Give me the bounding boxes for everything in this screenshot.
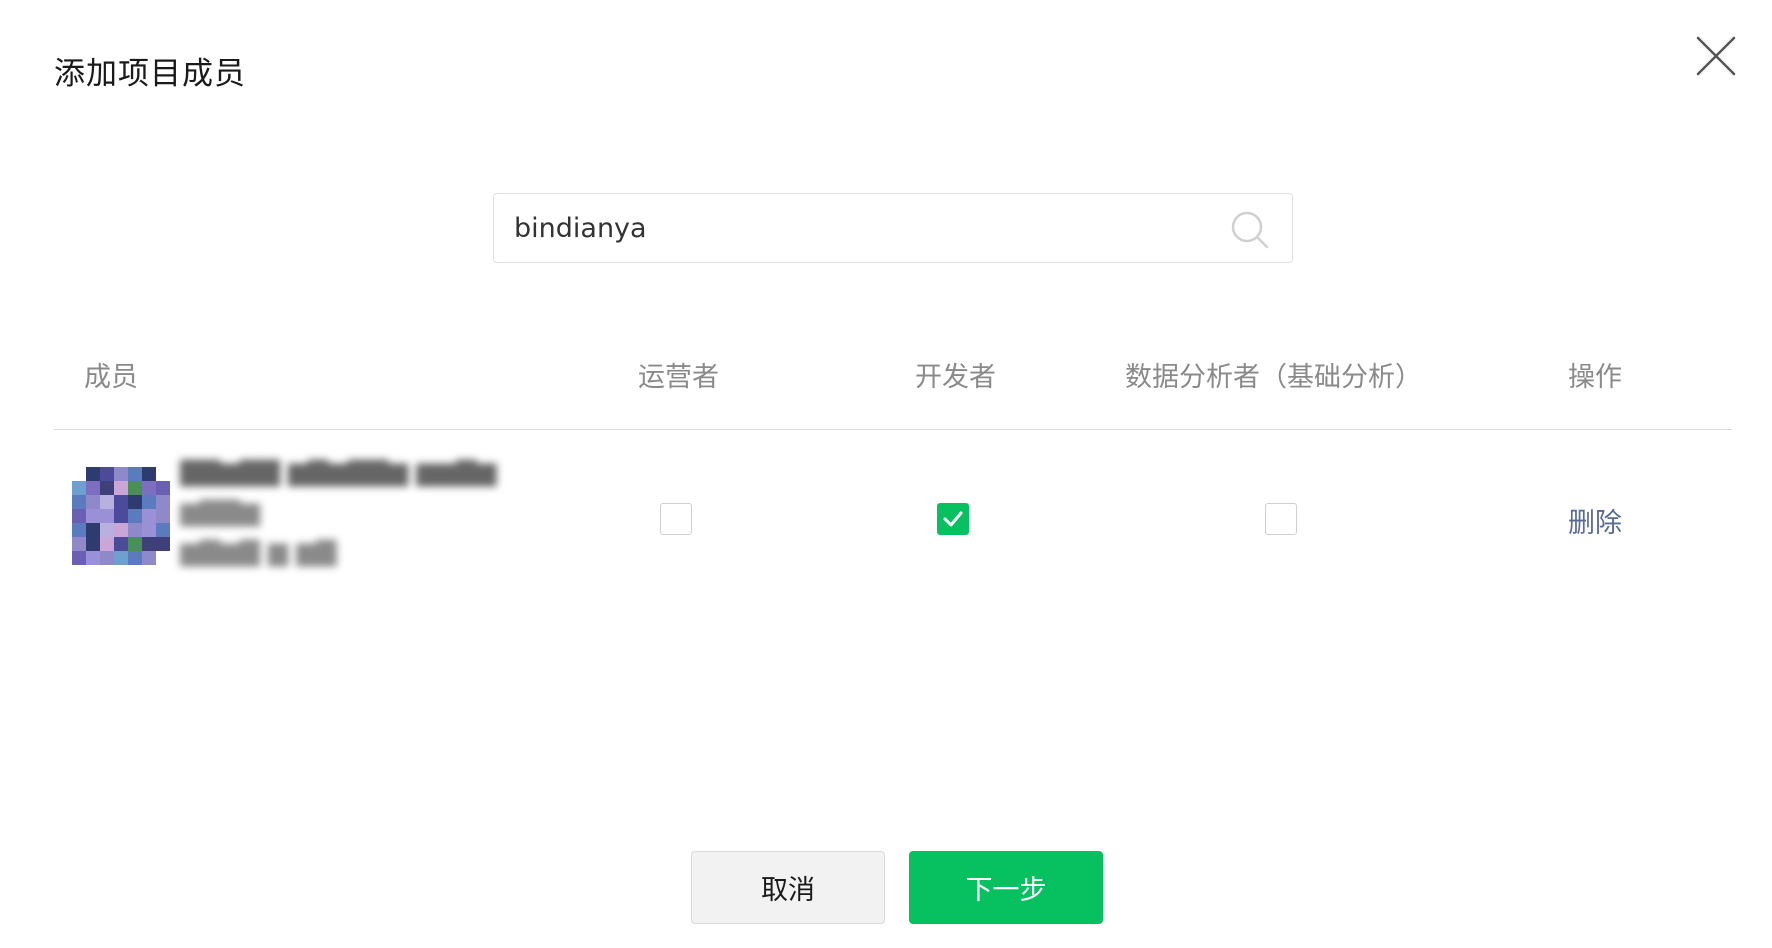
avatar-pixel	[128, 495, 142, 509]
member-role-redacted: ▆▇▇▆	[180, 497, 260, 527]
avatar-pixel	[156, 467, 170, 481]
check-icon	[943, 511, 963, 527]
avatar-pixel	[128, 551, 142, 565]
avatar-pixel	[114, 537, 128, 551]
delete-link[interactable]: 删除	[1568, 501, 1622, 540]
avatar-pixel	[72, 481, 86, 495]
avatar-pixel	[86, 551, 100, 565]
avatar-pixel	[100, 481, 114, 495]
header-developer: 开发者	[915, 362, 996, 393]
close-button[interactable]	[1692, 32, 1740, 80]
add-member-dialog: 添加项目成员 成员 运营者 开发者 数据分析者（基础分析） 操作 ▇▇▆▇▇ ▆…	[0, 0, 1772, 948]
avatar-pixel	[100, 523, 114, 537]
avatar-pixel	[72, 551, 86, 565]
avatar-pixel	[156, 495, 170, 509]
avatar-pixel	[142, 495, 156, 509]
avatar-pixel	[128, 523, 142, 537]
avatar-pixel	[72, 523, 86, 537]
avatar-pixel	[86, 523, 100, 537]
avatar-pixel	[100, 509, 114, 523]
avatar-pixel	[114, 509, 128, 523]
avatar-pixel	[128, 481, 142, 495]
avatar-pixel	[156, 523, 170, 537]
header-member: 成员	[84, 362, 138, 393]
search-input[interactable]	[514, 194, 1214, 262]
avatar-pixel	[100, 551, 114, 565]
avatar-pixel	[100, 495, 114, 509]
developer-checkbox[interactable]	[937, 503, 969, 535]
table-row: ▇▇▆▇▇ ▆▇▆▇▇▆ ▆▆▇▆ ▆▇▇▆ ▆▇▆▇ ▆ ▆▇ 删除	[54, 455, 1732, 585]
avatar-pixel	[72, 509, 86, 523]
avatar-pixel	[156, 481, 170, 495]
header-analyst: 数据分析者（基础分析）	[1125, 362, 1422, 393]
avatar-pixel	[86, 467, 100, 481]
avatar-pixel	[142, 523, 156, 537]
table-header: 成员 运营者 开发者 数据分析者（基础分析） 操作	[54, 335, 1732, 430]
avatar-pixel	[86, 481, 100, 495]
avatar-pixel	[142, 551, 156, 565]
next-button[interactable]: 下一步	[909, 851, 1103, 924]
avatar-pixel	[72, 495, 86, 509]
avatar-pixel	[142, 509, 156, 523]
header-action: 操作	[1568, 362, 1622, 393]
avatar-pixel	[142, 481, 156, 495]
avatar-pixel	[142, 537, 156, 551]
avatar-pixel	[128, 467, 142, 481]
avatar-pixel	[72, 537, 86, 551]
analyst-checkbox[interactable]	[1265, 503, 1297, 535]
member-info-redacted: ▇▇▆▇▇ ▆▇▆▇▇▆ ▆▆▇▆ ▆▇▇▆ ▆▇▆▇ ▆ ▆▇	[180, 457, 540, 577]
avatar	[72, 467, 170, 565]
avatar-pixel	[156, 509, 170, 523]
search-icon[interactable]	[1229, 209, 1271, 251]
avatar-pixel	[142, 467, 156, 481]
avatar-pixel	[72, 467, 86, 481]
avatar-pixel	[114, 481, 128, 495]
avatar-pixel	[128, 537, 142, 551]
header-operator: 运营者	[638, 362, 719, 393]
avatar-pixel	[156, 537, 170, 551]
avatar-pixel	[100, 467, 114, 481]
cancel-button[interactable]: 取消	[691, 851, 885, 924]
search-box	[493, 193, 1293, 263]
dialog-title: 添加项目成员	[54, 56, 246, 92]
avatar-pixel	[86, 495, 100, 509]
avatar-pixel	[156, 551, 170, 565]
avatar-pixel	[86, 509, 100, 523]
avatar-pixel	[114, 467, 128, 481]
avatar-pixel	[100, 537, 114, 551]
member-id-redacted: ▆▇▆▇ ▆ ▆▇	[180, 537, 337, 567]
member-name-redacted: ▇▇▆▇▇ ▆▇▆▇▇▆ ▆▆▇▆	[180, 457, 497, 487]
close-icon	[1696, 36, 1736, 76]
avatar-pixel	[86, 537, 100, 551]
operator-checkbox[interactable]	[660, 503, 692, 535]
avatar-pixel	[114, 495, 128, 509]
avatar-pixel	[128, 509, 142, 523]
avatar-pixel	[114, 523, 128, 537]
avatar-pixel	[114, 551, 128, 565]
